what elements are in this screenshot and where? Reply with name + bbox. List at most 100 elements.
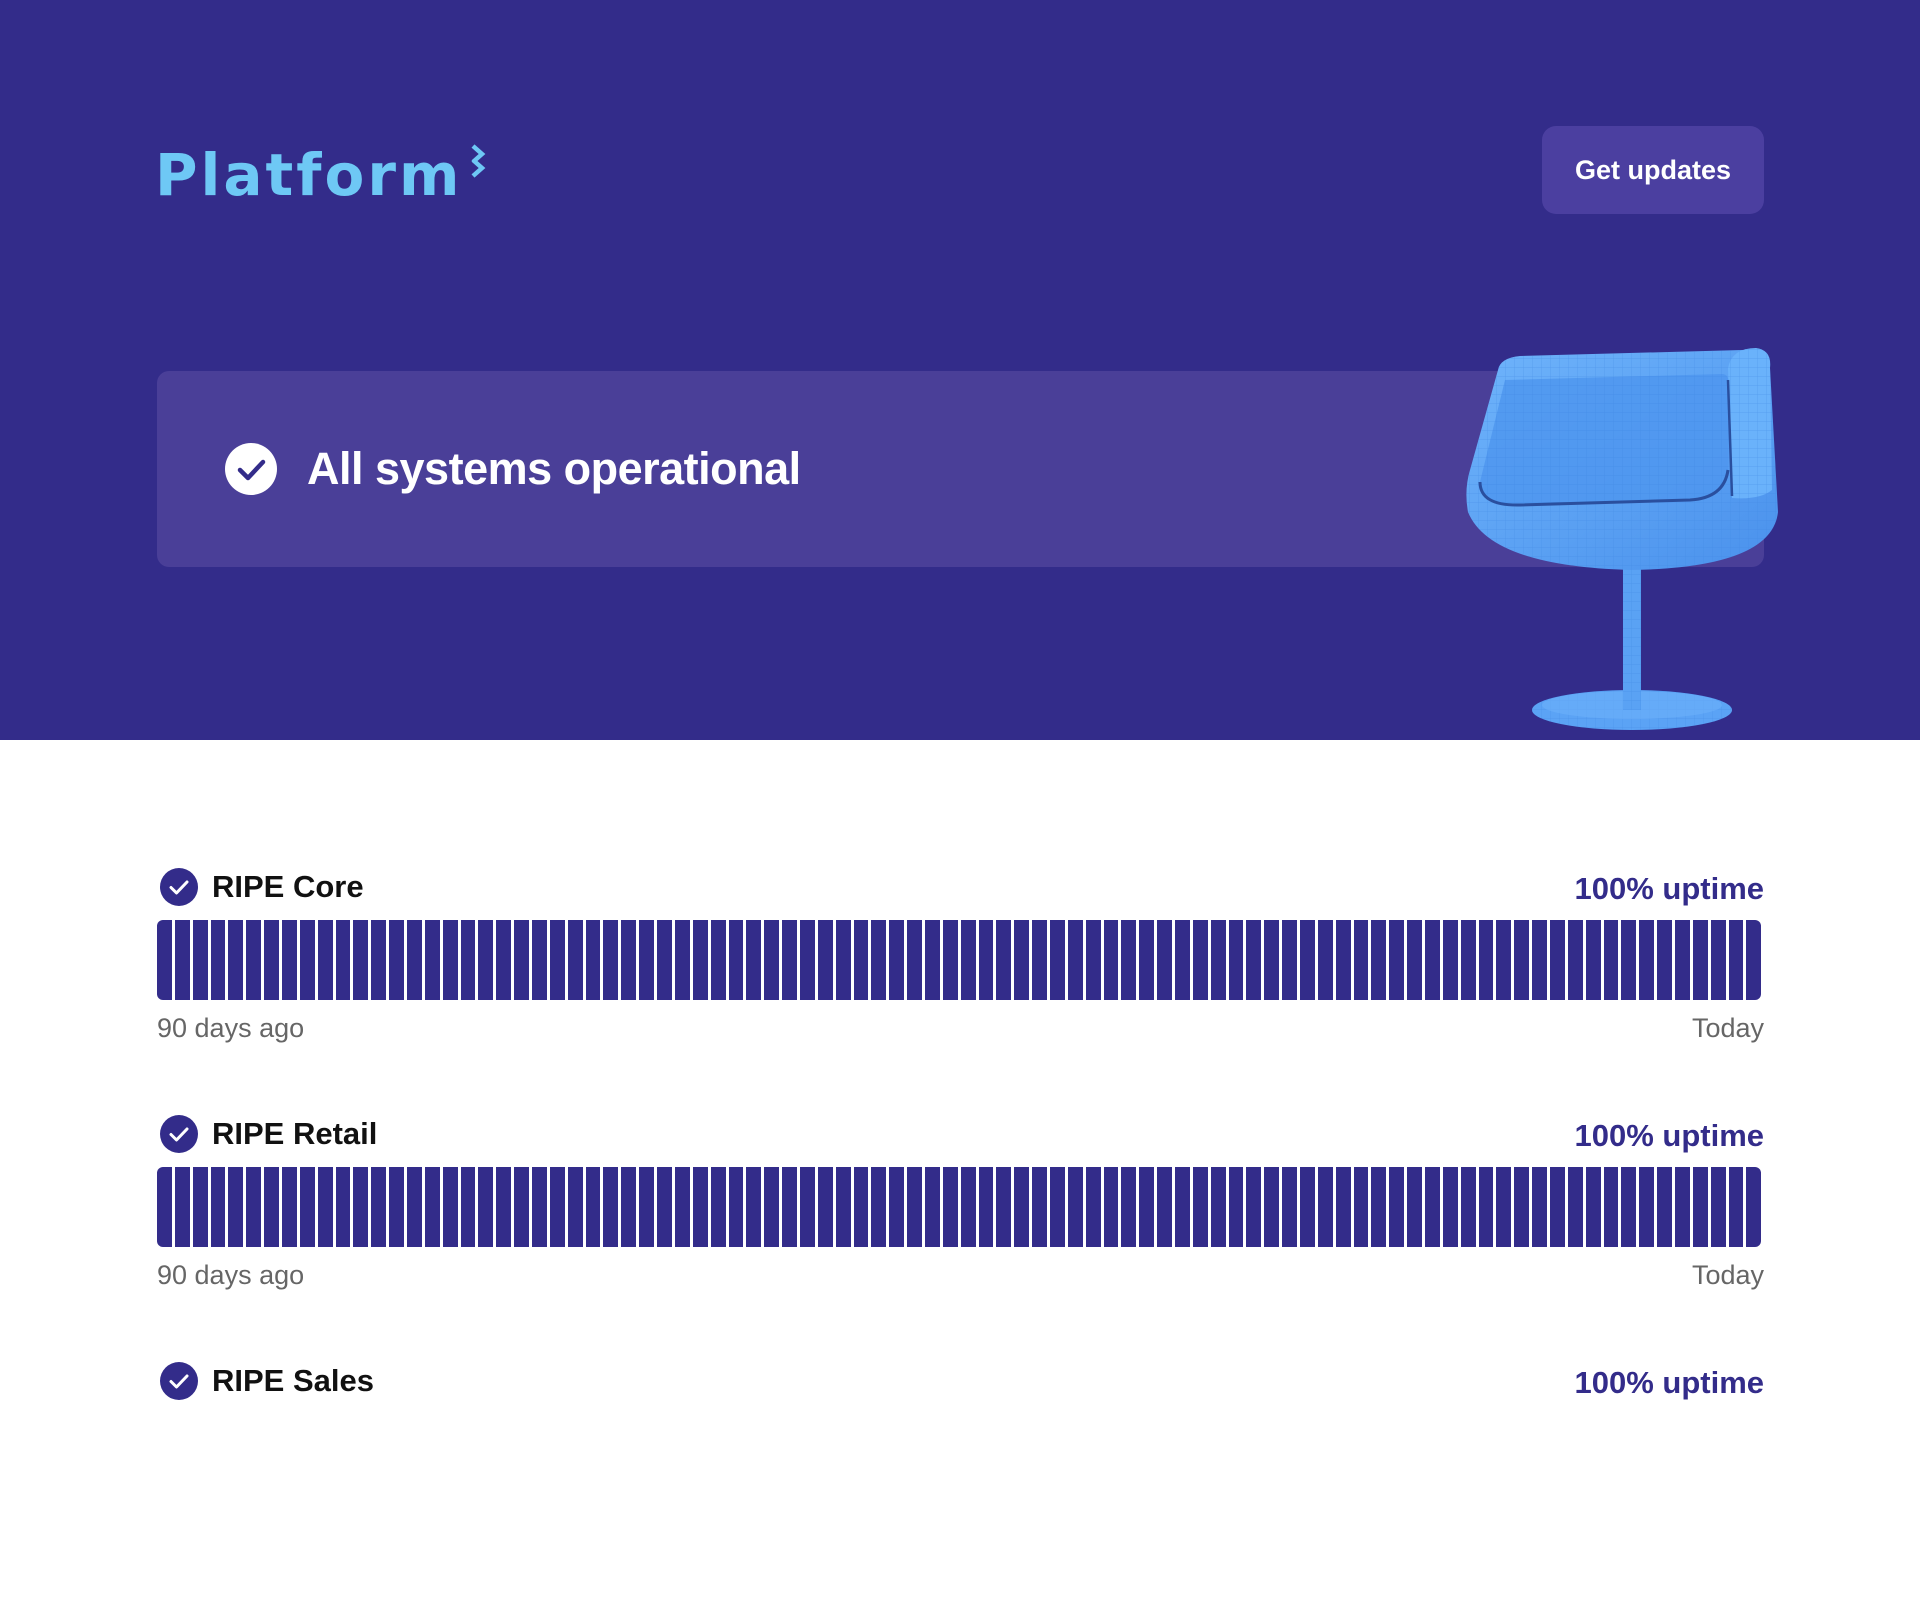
uptime-day[interactable]: [1675, 920, 1690, 1000]
uptime-day[interactable]: [192, 920, 208, 1000]
uptime-day[interactable]: [567, 920, 583, 1000]
uptime-day[interactable]: [871, 920, 887, 1000]
uptime-day[interactable]: [1746, 1167, 1762, 1247]
uptime-day[interactable]: [764, 920, 780, 1000]
uptime-day[interactable]: [1621, 1167, 1637, 1247]
uptime-day[interactable]: [657, 1167, 672, 1247]
uptime-day[interactable]: [1067, 920, 1083, 1000]
uptime-day[interactable]: [1657, 920, 1673, 1000]
uptime-day[interactable]: [424, 1167, 440, 1247]
uptime-day[interactable]: [674, 920, 690, 1000]
uptime-day[interactable]: [1353, 920, 1369, 1000]
uptime-day[interactable]: [960, 1167, 976, 1247]
uptime-day[interactable]: [353, 920, 369, 1000]
uptime-day[interactable]: [496, 1167, 512, 1247]
uptime-day[interactable]: [407, 920, 422, 1000]
uptime-day[interactable]: [639, 1167, 655, 1247]
uptime-day[interactable]: [460, 920, 476, 1000]
uptime-day[interactable]: [1032, 1167, 1047, 1247]
uptime-day[interactable]: [1210, 1167, 1226, 1247]
uptime-day[interactable]: [853, 920, 869, 1000]
uptime-day[interactable]: [1353, 1167, 1369, 1247]
uptime-day[interactable]: [942, 1167, 958, 1247]
uptime-day[interactable]: [1174, 1167, 1190, 1247]
uptime-day[interactable]: [1389, 1167, 1405, 1247]
uptime-day[interactable]: [1228, 1167, 1244, 1247]
uptime-day[interactable]: [835, 920, 851, 1000]
uptime-day[interactable]: [585, 920, 601, 1000]
uptime-day[interactable]: [853, 1167, 869, 1247]
uptime-day[interactable]: [1639, 920, 1655, 1000]
uptime-day[interactable]: [1728, 920, 1744, 1000]
uptime-day[interactable]: [1603, 920, 1619, 1000]
uptime-day[interactable]: [1264, 1167, 1280, 1247]
uptime-day[interactable]: [514, 1167, 530, 1247]
uptime-day[interactable]: [1585, 1167, 1601, 1247]
uptime-day[interactable]: [764, 1167, 780, 1247]
uptime-day[interactable]: [1085, 920, 1101, 1000]
uptime-day[interactable]: [210, 1167, 226, 1247]
uptime-day[interactable]: [817, 920, 833, 1000]
uptime-day[interactable]: [1603, 1167, 1619, 1247]
uptime-day[interactable]: [1532, 920, 1548, 1000]
uptime-day[interactable]: [1478, 1167, 1494, 1247]
uptime-day[interactable]: [978, 920, 994, 1000]
uptime-day[interactable]: [1103, 1167, 1119, 1247]
uptime-day[interactable]: [1550, 920, 1565, 1000]
uptime-day[interactable]: [478, 1167, 494, 1247]
uptime-day[interactable]: [299, 1167, 315, 1247]
uptime-day[interactable]: [1317, 1167, 1333, 1247]
uptime-day[interactable]: [1425, 1167, 1440, 1247]
uptime-day[interactable]: [746, 1167, 762, 1247]
uptime-day[interactable]: [907, 1167, 922, 1247]
uptime-day[interactable]: [389, 1167, 405, 1247]
uptime-day[interactable]: [782, 1167, 797, 1247]
uptime-day[interactable]: [1460, 920, 1476, 1000]
uptime-day[interactable]: [1246, 1167, 1262, 1247]
uptime-day[interactable]: [264, 1167, 280, 1247]
uptime-day[interactable]: [317, 920, 333, 1000]
uptime-day[interactable]: [317, 1167, 333, 1247]
uptime-day[interactable]: [1692, 920, 1708, 1000]
uptime-day[interactable]: [1014, 1167, 1030, 1247]
uptime-day[interactable]: [264, 920, 280, 1000]
uptime-day[interactable]: [1139, 1167, 1155, 1247]
uptime-day[interactable]: [1407, 920, 1423, 1000]
uptime-day[interactable]: [728, 1167, 744, 1247]
uptime-day[interactable]: [1478, 920, 1494, 1000]
uptime-day[interactable]: [478, 920, 494, 1000]
uptime-day[interactable]: [1514, 1167, 1530, 1247]
uptime-day[interactable]: [192, 1167, 208, 1247]
uptime-day[interactable]: [1300, 920, 1315, 1000]
get-updates-button[interactable]: Get updates: [1542, 126, 1764, 214]
uptime-day[interactable]: [532, 920, 547, 1000]
uptime-day[interactable]: [1192, 1167, 1208, 1247]
uptime-day[interactable]: [1014, 920, 1030, 1000]
uptime-day[interactable]: [335, 920, 351, 1000]
uptime-day[interactable]: [1049, 1167, 1065, 1247]
uptime-day[interactable]: [692, 1167, 708, 1247]
uptime-day[interactable]: [1657, 1167, 1673, 1247]
uptime-day[interactable]: [1228, 920, 1244, 1000]
uptime-day[interactable]: [1085, 1167, 1101, 1247]
uptime-day[interactable]: [1728, 1167, 1744, 1247]
uptime-day[interactable]: [174, 920, 190, 1000]
uptime-day[interactable]: [424, 920, 440, 1000]
uptime-day[interactable]: [353, 1167, 369, 1247]
uptime-day[interactable]: [924, 1167, 940, 1247]
uptime-day[interactable]: [299, 920, 315, 1000]
uptime-day[interactable]: [1389, 920, 1405, 1000]
uptime-day[interactable]: [889, 1167, 905, 1247]
uptime-day[interactable]: [889, 920, 905, 1000]
platform-logo[interactable]: Platform: [155, 140, 490, 210]
uptime-day[interactable]: [228, 920, 244, 1000]
uptime-day[interactable]: [282, 920, 297, 1000]
uptime-day[interactable]: [532, 1167, 547, 1247]
uptime-day[interactable]: [1139, 920, 1155, 1000]
uptime-day[interactable]: [1692, 1167, 1708, 1247]
uptime-day[interactable]: [817, 1167, 833, 1247]
uptime-day[interactable]: [1335, 920, 1351, 1000]
uptime-day[interactable]: [1157, 1167, 1172, 1247]
uptime-day[interactable]: [371, 920, 387, 1000]
uptime-day[interactable]: [1585, 920, 1601, 1000]
